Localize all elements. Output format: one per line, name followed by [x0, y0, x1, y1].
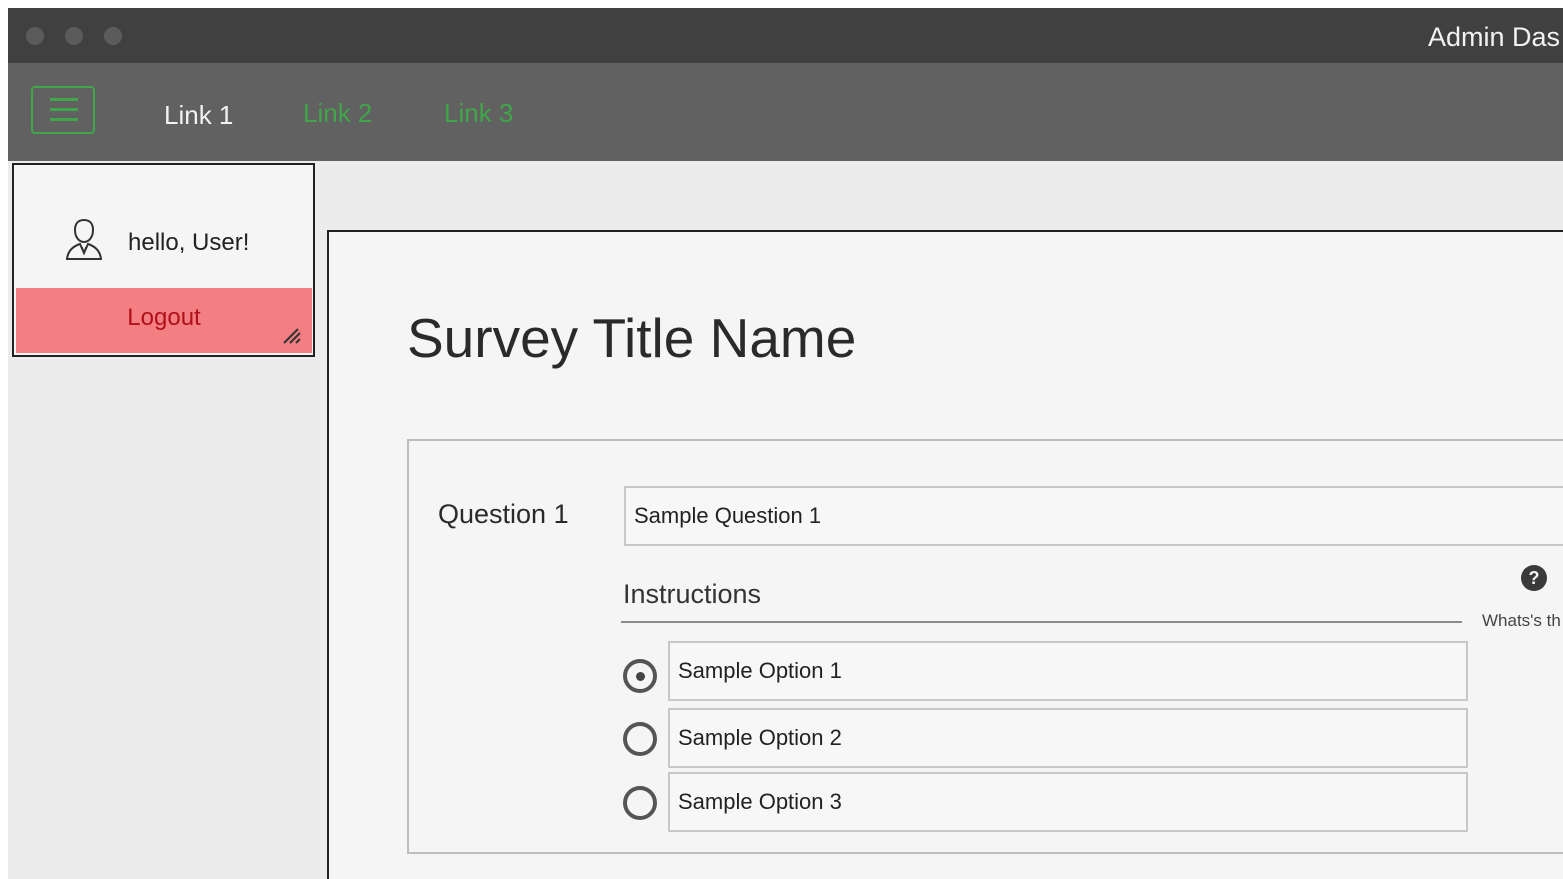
user-panel: hello, User! Logout [12, 163, 315, 357]
instructions-label: Instructions [623, 579, 762, 609]
instructions-divider [621, 621, 1462, 623]
close-window-button[interactable] [26, 27, 44, 45]
nav-link-2[interactable]: Link 2 [303, 98, 372, 129]
nav-link-1[interactable]: Link 1 [164, 100, 233, 131]
main-content: Survey Title Name Question 1 Instruction… [327, 230, 1563, 879]
help-text[interactable]: Whats's th [1482, 611, 1561, 631]
minimize-window-button[interactable] [65, 27, 83, 45]
user-icon [65, 218, 103, 260]
question-label: Question 1 [438, 499, 569, 529]
top-navbar: Link 1 Link 2 Link 3 [8, 63, 1563, 161]
option-2-radio[interactable] [623, 722, 657, 756]
maximize-window-button[interactable] [104, 27, 122, 45]
app-window: Admin Das Link 1 Link 2 Link 3 hello, Us… [8, 8, 1563, 879]
option-3-radio[interactable] [623, 786, 657, 820]
window-title: Admin Das [1428, 22, 1561, 52]
option-1-radio[interactable] [623, 659, 657, 693]
survey-title: Survey Title Name [407, 307, 857, 369]
logout-button[interactable]: Logout [16, 288, 312, 353]
title-bar: Admin Das [8, 8, 1563, 63]
hamburger-menu-icon[interactable] [31, 86, 95, 134]
question-circle-icon[interactable]: ? [1521, 565, 1547, 591]
user-greeting: hello, User! [128, 229, 250, 256]
option-1-input[interactable] [668, 641, 1468, 701]
resize-handle-icon[interactable] [280, 323, 302, 345]
logout-label: Logout [127, 304, 201, 331]
option-3-input[interactable] [668, 772, 1468, 832]
question-input[interactable] [624, 486, 1563, 546]
nav-link-3[interactable]: Link 3 [444, 98, 513, 129]
question-card: Question 1 Instructions ? Whats's th [407, 439, 1563, 854]
option-2-input[interactable] [668, 708, 1468, 768]
